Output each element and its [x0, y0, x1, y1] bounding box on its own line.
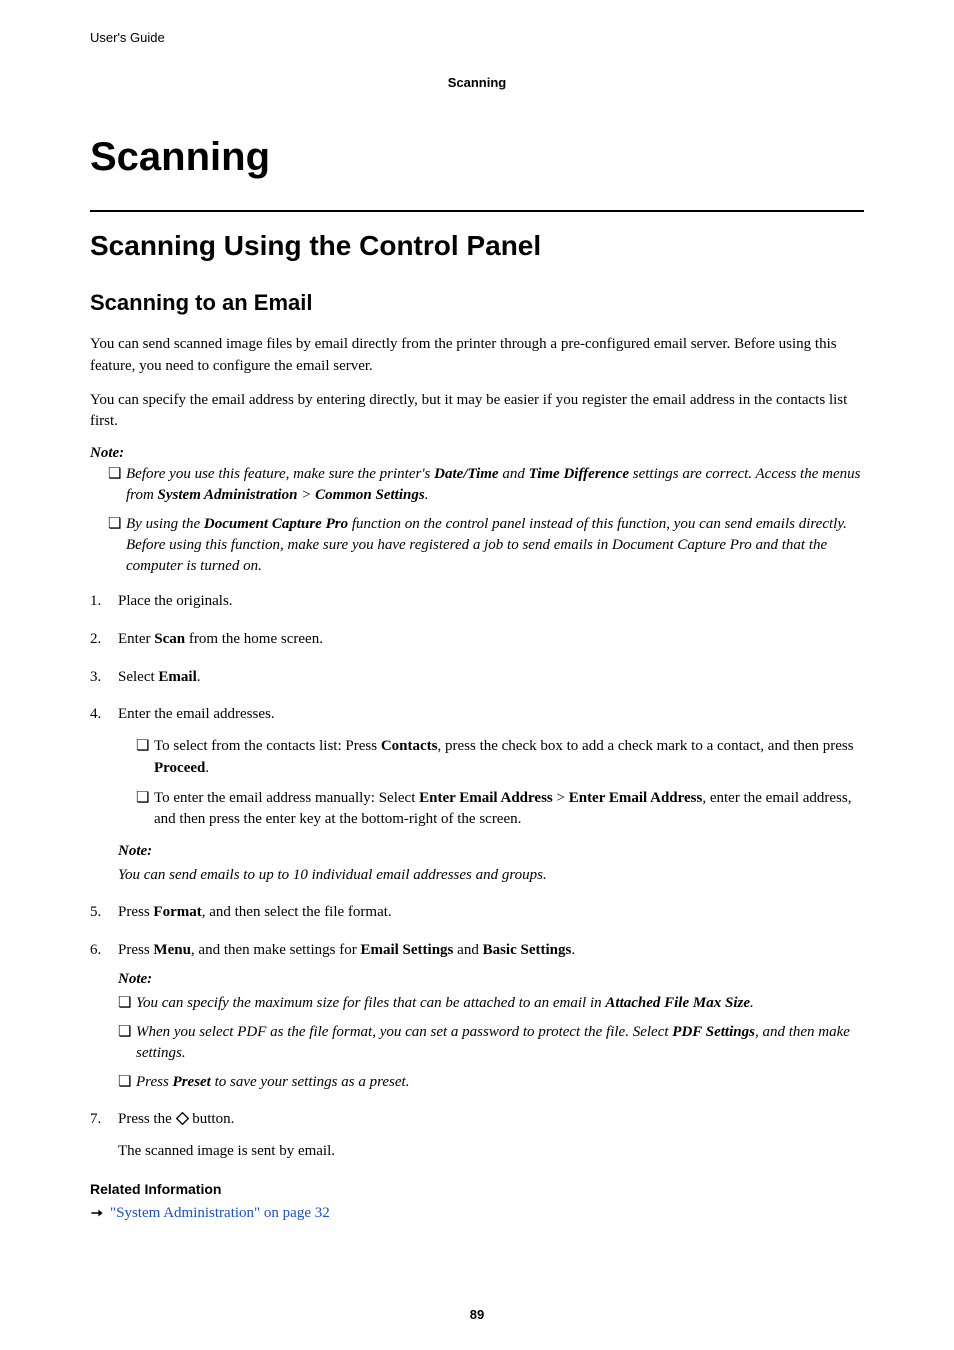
page-number: 89 — [0, 1307, 954, 1322]
step-6-note-1: You can specify the maximum size for fil… — [118, 993, 864, 1014]
note-label: Note: — [90, 445, 864, 462]
top-note-item-2: By using the Document Capture Pro functi… — [108, 514, 864, 577]
step-4-sub-2: To enter the email address manually: Sel… — [136, 788, 864, 832]
page-title: Scanning — [90, 135, 864, 180]
step-4-sublist: To select from the contacts list: Press … — [118, 736, 864, 831]
steps-list: Place the originals. Enter Scan from the… — [90, 591, 864, 1163]
step-3: Select Email. — [90, 667, 864, 689]
divider — [90, 210, 864, 212]
step-4-sub-1: To select from the contacts list: Press … — [136, 736, 864, 780]
top-note-item-1: Before you use this feature, make sure t… — [108, 464, 864, 506]
section-header: Scanning — [90, 75, 864, 90]
step-6-note-list: You can specify the maximum size for fil… — [118, 993, 864, 1093]
related-heading: Related Information — [90, 1181, 864, 1197]
arrow-right-icon — [90, 1206, 104, 1220]
diamond-icon — [176, 1111, 189, 1124]
intro-paragraph-2: You can specify the email address by ent… — [90, 390, 864, 434]
heading-3: Scanning to an Email — [90, 290, 864, 316]
intro-paragraph-1: You can send scanned image files by emai… — [90, 334, 864, 378]
note-label: Note: — [118, 969, 864, 991]
related-link-row: "System Administration" on page 32 — [90, 1205, 864, 1222]
step-6-note-2: When you select PDF as the file format, … — [118, 1022, 864, 1064]
step-7-result: The scanned image is sent by email. — [118, 1141, 864, 1163]
heading-2: Scanning Using the Control Panel — [90, 230, 864, 262]
step-4: Enter the email addresses. To select fro… — [90, 704, 864, 886]
step-6: Press Menu, and then make settings for E… — [90, 940, 864, 1094]
guide-label: User's Guide — [90, 30, 864, 45]
step-6-note: Note: You can specify the maximum size f… — [118, 969, 864, 1093]
step-6-note-3: Press Preset to save your settings as a … — [118, 1072, 864, 1093]
top-note-list: Before you use this feature, make sure t… — [90, 464, 864, 577]
step-7: Press the button. The scanned image is s… — [90, 1109, 864, 1163]
step-2: Enter Scan from the home screen. — [90, 629, 864, 651]
step-4-note-text: You can send emails to up to 10 individu… — [118, 865, 864, 886]
step-5: Press Format, and then select the file f… — [90, 902, 864, 924]
note-label: Note: — [118, 841, 864, 863]
related-link-1[interactable]: "System Administration" on page 32 — [110, 1205, 330, 1222]
step-1: Place the originals. — [90, 591, 864, 613]
step-4-note: Note: You can send emails to up to 10 in… — [118, 841, 864, 886]
